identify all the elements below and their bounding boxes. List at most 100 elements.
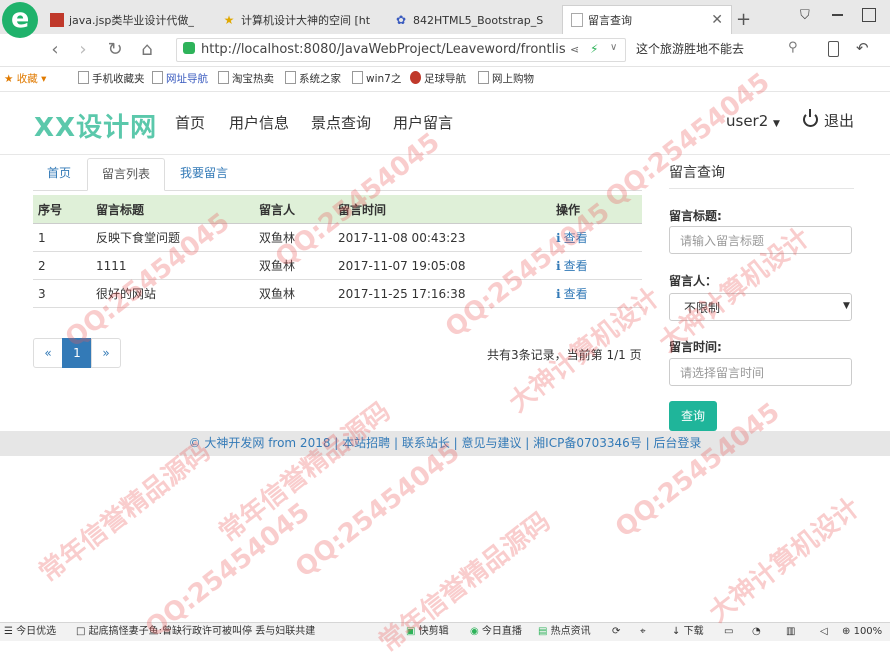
view-link[interactable]: ℹ 查看	[556, 259, 588, 273]
star-favicon-icon: ★	[223, 13, 235, 27]
cell-no: 3	[33, 279, 96, 308]
bookmark-item[interactable]: 手机收藏夹	[78, 71, 145, 87]
col-header: 留言标题	[96, 195, 259, 224]
tab-message-list[interactable]: 留言列表	[87, 158, 166, 191]
page-1-button[interactable]: 1	[62, 338, 92, 368]
url-input[interactable]: http://localhost:8080/JavaWebProject/Lea…	[176, 38, 626, 62]
status-today-picks[interactable]: ☰ 今日优选	[4, 625, 56, 639]
pin-icon[interactable]: ⌖	[640, 625, 646, 639]
nav-scenic-search[interactable]: 景点查询	[311, 112, 371, 133]
title-input[interactable]: 请输入留言标题	[669, 226, 852, 254]
view-link[interactable]: ℹ 查看	[556, 287, 588, 301]
status-label: 起底搞怪妻子鱼:曾缺行政许可被叫停 丢与妇联共建	[88, 626, 316, 637]
time-input[interactable]: 请选择留言时间	[669, 358, 852, 386]
volume-icon[interactable]: ◁	[820, 625, 828, 639]
cell-author: 双鱼林	[259, 279, 338, 308]
back-icon[interactable]: ‹	[44, 39, 66, 61]
cell-time: 2017-11-25 17:16:38	[338, 279, 556, 308]
nav-user-messages[interactable]: 用户留言	[393, 112, 453, 133]
zoom-level[interactable]: ⊕ 100%	[842, 625, 882, 639]
browser-tab[interactable]: ★ 计算机设计大神的空间 [ht	[222, 6, 387, 34]
cell-no: 2	[33, 251, 96, 280]
download-icon: ↓	[672, 626, 681, 637]
cell-title: 1111	[96, 251, 259, 280]
refresh-icon[interactable]: ⟳	[612, 625, 620, 639]
url-text: http://localhost:8080/JavaWebProject/Lea…	[201, 42, 566, 57]
user-dropdown[interactable]: user2 ▼	[726, 112, 780, 130]
status-hot-news[interactable]: ▤ 热点资讯	[538, 625, 591, 639]
author-select[interactable]: 不限制	[669, 293, 852, 321]
secure-icon	[183, 42, 195, 54]
bookmark-item[interactable]: 系统之家	[285, 71, 341, 87]
prev-page-button[interactable]: «	[33, 338, 63, 368]
search-input[interactable]: 这个旅游胜地不能去	[636, 38, 812, 60]
search-icon[interactable]: ⚲	[788, 40, 798, 55]
browser-logo-icon	[2, 2, 38, 38]
tab-home[interactable]: 首页	[33, 158, 85, 189]
bookmark-item[interactable]: 淘宝热卖	[218, 71, 274, 87]
bookmark-label: 淘宝热卖	[232, 73, 274, 85]
caret-down-icon: ▼	[773, 119, 780, 129]
site-footer[interactable]: © 大神开发网 from 2018 | 本站招聘 | 联系站长 | 意见与建议 …	[0, 431, 890, 456]
message-table: 序号 留言标题 留言人 留言时间 操作 1 反映下食堂问题 双鱼林 2017-1…	[33, 195, 642, 308]
close-tab-icon[interactable]: ✕	[711, 12, 723, 28]
undo-icon[interactable]: ↶	[856, 39, 869, 57]
status-quick-edit[interactable]: ▣ 快剪辑	[406, 625, 449, 639]
news-ticker[interactable]: □ 起底搞怪妻子鱼:曾缺行政许可被叫停 丢与妇联共建	[76, 625, 315, 639]
logout-label: 退出	[824, 112, 855, 130]
site-brand[interactable]: XX设计网	[34, 107, 157, 144]
watermark-text: 大神计算机设计	[703, 492, 866, 629]
bookmark-label: 手机收藏夹	[92, 73, 145, 85]
bookmark-label: win7之	[366, 73, 402, 85]
lightning-icon[interactable]: ⚡	[590, 42, 598, 56]
bookmark-item[interactable]: 足球导航	[410, 71, 466, 87]
browser-tab[interactable]: java.jsp类毕业设计代做_	[50, 6, 215, 34]
bookmark-label: 收藏	[16, 73, 38, 85]
bookmark-item[interactable]: ★ 收藏 ▾	[4, 71, 46, 87]
bookmark-label: 足球导航	[424, 73, 466, 85]
nav-home[interactable]: 首页	[175, 112, 205, 133]
phone-icon[interactable]	[828, 41, 839, 57]
bookmark-item[interactable]: 网上购物	[478, 71, 534, 87]
news-icon: ▤	[538, 626, 548, 637]
forward-icon[interactable]: ›	[72, 39, 94, 61]
document-icon[interactable]: ▭	[724, 625, 733, 639]
maximize-icon[interactable]	[862, 8, 876, 22]
tab-write-message[interactable]: 我要留言	[166, 158, 242, 189]
browser-tab-active[interactable]: 留言查询 ✕	[562, 5, 732, 34]
query-button[interactable]: 查询	[669, 401, 717, 431]
shirt-icon[interactable]: ⛉	[800, 8, 810, 23]
col-header: 留言人	[259, 195, 338, 224]
status-live[interactable]: ◉ 今日直播	[470, 625, 522, 639]
bookmark-item[interactable]: win7之	[352, 71, 401, 87]
tab-title: 计算机设计大神的空间 [ht	[241, 14, 371, 27]
chevron-down-icon[interactable]: ∨	[610, 42, 617, 53]
browser-tab[interactable]: ✿ 842HTML5_Bootstrap_S	[394, 6, 559, 34]
time-label: 留言时间:	[669, 340, 722, 354]
browser-icon[interactable]: ◔	[752, 625, 761, 639]
power-icon	[803, 109, 818, 127]
watermark-text: QQ:25454045	[290, 437, 466, 584]
camera-icon[interactable]: ▥	[786, 625, 795, 639]
bookmark-item[interactable]: 网址导航	[152, 71, 208, 87]
col-header: 序号	[33, 195, 96, 224]
new-tab-button[interactable]: +	[736, 9, 751, 30]
reload-icon[interactable]: ↻	[104, 39, 126, 61]
select-arrow-icon: ▼	[843, 301, 850, 311]
minimize-icon[interactable]	[832, 14, 843, 16]
watermark-text: 常年信誉精品源码	[213, 396, 397, 549]
table-row: 1 反映下食堂问题 双鱼林 2017-11-08 00:43:23 ℹ 查看	[33, 223, 642, 252]
zoom-icon: ⊕	[842, 626, 851, 637]
pagination: « 1 »	[33, 338, 121, 368]
share-icon[interactable]: ⋖	[570, 43, 579, 56]
next-page-button[interactable]: »	[91, 338, 121, 368]
nav-user-info[interactable]: 用户信息	[229, 112, 289, 133]
comment-icon: □	[76, 626, 86, 637]
live-icon: ◉	[470, 626, 479, 637]
status-download[interactable]: ↓ 下载	[672, 625, 704, 639]
bookmark-label: 系统之家	[299, 73, 341, 85]
view-link[interactable]: ℹ 查看	[556, 231, 588, 245]
home-icon[interactable]: ⌂	[136, 39, 158, 61]
logout-button[interactable]: 退出	[803, 109, 855, 131]
cell-title: 反映下食堂问题	[96, 223, 259, 252]
